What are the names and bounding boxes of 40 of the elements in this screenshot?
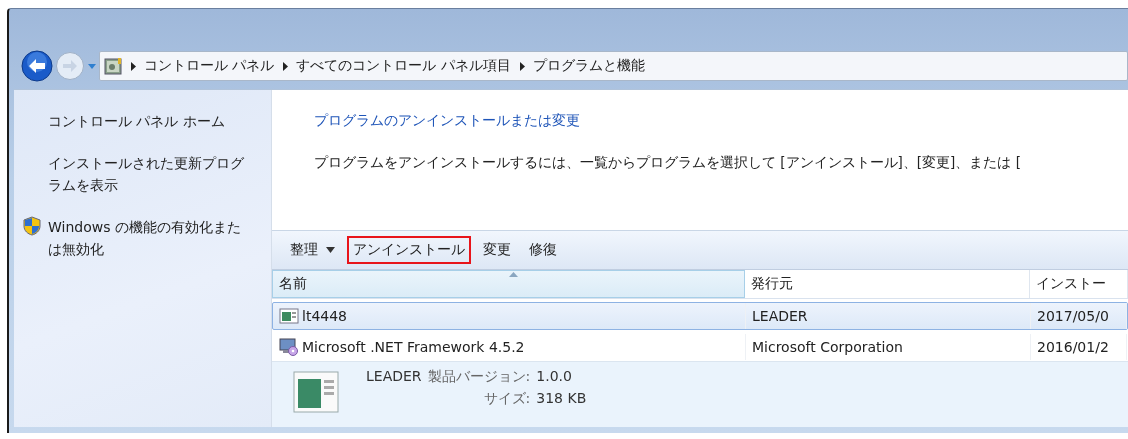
- description-text: プログラムをアンインストールするには、一覧からプログラムを選択して [アンインストール]、[変更]、または [: [314, 154, 1022, 172]
- field-value: 318 KB: [536, 390, 587, 406]
- breadcrumb[interactable]: プログラムと機能: [532, 57, 645, 75]
- table-row[interactable]: lt4448 LEADER 2017/05/0: [272, 302, 1128, 330]
- toolbar-button[interactable]: アンインストール: [347, 236, 471, 264]
- address-bar[interactable]: コントロール パネル すべてのコントロール パネル項目 プログラムと機能: [99, 51, 1128, 81]
- caret-icon: [326, 247, 335, 253]
- shield-icon: [22, 216, 42, 236]
- field-label: 製品バージョン:: [427, 368, 531, 386]
- column-header[interactable]: 名前: [272, 270, 745, 298]
- breadcrumb[interactable]: すべてのコントロール パネル項目: [296, 57, 511, 75]
- installer-icon: [279, 338, 299, 356]
- table-cell: 2017/05/0: [1037, 308, 1109, 324]
- chevron-icon: [282, 61, 289, 71]
- toolbar-button[interactable]: 修復: [523, 236, 563, 264]
- application-icon: [292, 368, 340, 414]
- breadcrumb[interactable]: コントロール パネル: [144, 57, 275, 75]
- table-cell: LEADER: [752, 308, 808, 324]
- field-value: 1.0.0: [536, 368, 573, 384]
- page-heading: プログラムのアンインストールまたは変更: [314, 112, 580, 130]
- sidebar-link[interactable]: コントロール パネル ホーム: [48, 110, 254, 132]
- history-dropdown[interactable]: [87, 62, 97, 70]
- program-name: Microsoft .NET Framework 4.5.2: [302, 339, 525, 355]
- publisher-name: LEADER: [366, 368, 422, 384]
- chevron-icon: [518, 61, 525, 71]
- caret-icon: [87, 62, 97, 70]
- program-name: lt4448: [302, 308, 347, 324]
- chevron-icon: [130, 61, 136, 71]
- field-label: サイズ:: [482, 390, 531, 408]
- table-row[interactable]: Microsoft .NET Framework 4.5.2 Microsoft Corporation 2016/01/2: [272, 333, 1128, 361]
- control-panel-icon: [104, 57, 122, 75]
- application-icon: [279, 308, 299, 324]
- table-cell: Microsoft Corporation: [752, 339, 903, 355]
- toolbar-button[interactable]: 変更: [477, 236, 517, 264]
- organize-menu[interactable]: 整理: [284, 236, 341, 264]
- table-cell: 2016/01/2: [1037, 339, 1109, 355]
- sidebar-link[interactable]: インストールされた更新プログラムを表示: [48, 152, 254, 196]
- sort-arrow-icon: [508, 272, 518, 277]
- back-button[interactable]: [21, 50, 53, 82]
- sidebar-link[interactable]: Windows の機能の有効化または無効化: [48, 216, 254, 260]
